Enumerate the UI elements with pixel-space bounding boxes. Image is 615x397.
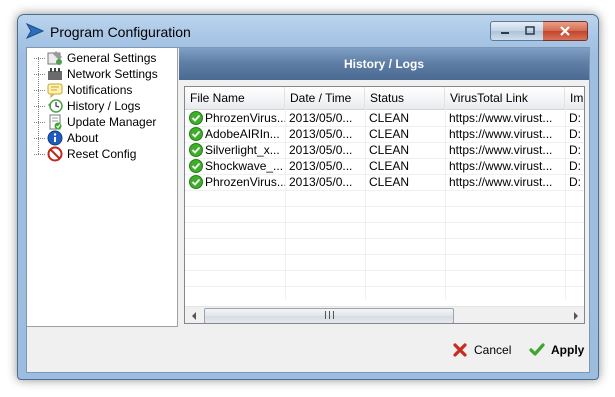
network-icon <box>47 66 63 82</box>
scroll-right-button[interactable] <box>567 307 584 323</box>
tree-item-notifications[interactable]: Notifications <box>34 82 133 99</box>
clean-status-icon <box>189 159 203 173</box>
title-bar[interactable]: Program Configuration <box>18 15 598 47</box>
close-button[interactable] <box>543 21 588 41</box>
cell-path: D: <box>569 159 581 173</box>
tree-item-label: About <box>67 131 99 145</box>
cell-status: CLEAN <box>369 175 410 189</box>
clean-status-icon <box>189 175 203 189</box>
tree-item-label: Notifications <box>67 83 133 97</box>
settings-icon <box>47 50 63 66</box>
cell-virustotal-link: https://www.virust... <box>449 111 553 125</box>
history-icon <box>47 98 63 114</box>
minimize-icon <box>500 32 509 34</box>
close-icon <box>560 26 570 36</box>
history-list[interactable]: File Name Date / Time Status VirusTotal … <box>184 86 585 324</box>
cell-date: 2013/05/0... <box>289 143 353 157</box>
cell-status: CLEAN <box>369 143 410 157</box>
chevron-right-icon <box>573 311 578 320</box>
tree-item-reset-config[interactable]: Reset Config <box>34 146 136 162</box>
apply-label: Apply <box>551 343 585 357</box>
cell-path: D: <box>569 127 581 141</box>
cell-virustotal-link: https://www.virust... <box>449 159 553 173</box>
clean-status-icon <box>189 127 203 141</box>
reset-icon <box>47 146 63 162</box>
cell-virustotal-link: https://www.virust... <box>449 127 553 141</box>
maximize-icon <box>525 26 535 35</box>
dialog-button-bar: Cancel Apply <box>27 327 589 372</box>
history-logs-panel: History / Logs File Name Date / Time Sta… <box>179 48 589 326</box>
cell-path: D: <box>569 143 581 157</box>
apply-check-icon <box>529 342 545 358</box>
maximize-button[interactable] <box>517 21 544 41</box>
tree-item-history-logs[interactable]: History / Logs <box>34 98 140 114</box>
horizontal-scrollbar[interactable] <box>185 306 584 323</box>
tree-item-label: General Settings <box>67 51 157 65</box>
cell-file-name: Shockwave_... <box>205 159 284 173</box>
cell-date: 2013/05/0... <box>289 175 353 189</box>
cell-status: CLEAN <box>369 159 410 173</box>
cell-virustotal-link: https://www.virust... <box>449 175 553 189</box>
table-row[interactable]: Silverlight_x... 2013/05/0... CLEAN http… <box>185 142 584 158</box>
cell-file-name: Silverlight_x... <box>205 143 280 157</box>
tree-item-update-manager[interactable]: Update Manager <box>34 114 156 130</box>
tree-item-label: Network Settings <box>67 67 158 81</box>
column-header-status[interactable]: Status <box>365 87 445 109</box>
window-title: Program Configuration <box>50 24 191 40</box>
column-header-virustotal-link[interactable]: VirusTotal Link <box>445 87 565 109</box>
cell-status: CLEAN <box>369 127 410 141</box>
tree-item-label: History / Logs <box>67 99 141 113</box>
cancel-button[interactable]: Cancel <box>452 340 511 360</box>
clean-status-icon <box>189 111 203 125</box>
client-area: General Settings Network Settings Notifi… <box>26 47 590 373</box>
table-row[interactable]: PhrozenVirus... 2013/05/0... CLEAN https… <box>185 174 584 190</box>
apply-button[interactable]: Apply <box>529 340 584 360</box>
app-logo-icon <box>25 22 45 40</box>
tree-item-label: Reset Config <box>67 147 137 161</box>
cell-path: D: <box>569 175 581 189</box>
scrollbar-thumb[interactable] <box>204 308 454 323</box>
cell-virustotal-link: https://www.virust... <box>449 143 553 157</box>
program-configuration-window: Program Configuration General Settings N… <box>17 14 599 380</box>
cell-file-name: AdobeAIRIn... <box>205 127 280 141</box>
table-row[interactable]: Shockwave_... 2013/05/0... CLEAN https:/… <box>185 158 584 174</box>
tree-item-general-settings[interactable]: General Settings <box>34 50 156 66</box>
cell-path: D: <box>569 111 581 125</box>
grip-icon <box>324 311 334 321</box>
cancel-label: Cancel <box>474 343 512 357</box>
settings-tree[interactable]: General Settings Network Settings Notifi… <box>27 48 178 327</box>
minimize-button[interactable] <box>490 21 519 41</box>
update-icon <box>47 114 63 130</box>
column-header-image-path[interactable]: Im <box>565 87 584 109</box>
chevron-left-icon <box>191 311 196 320</box>
cell-date: 2013/05/0... <box>289 127 353 141</box>
tree-item-label: Update Manager <box>67 115 157 129</box>
table-row[interactable]: AdobeAIRIn... 2013/05/0... CLEAN https:/… <box>185 126 584 142</box>
column-header-date-time[interactable]: Date / Time <box>285 87 365 109</box>
cancel-x-icon <box>452 342 468 358</box>
tree-item-network-settings[interactable]: Network Settings <box>34 66 158 82</box>
list-header: File Name Date / Time Status VirusTotal … <box>185 87 584 110</box>
cell-status: CLEAN <box>369 111 410 125</box>
cell-date: 2013/05/0... <box>289 111 353 125</box>
cell-date: 2013/05/0... <box>289 159 353 173</box>
clean-status-icon <box>189 143 203 157</box>
panel-title: History / Logs <box>179 48 589 80</box>
column-header-file-name[interactable]: File Name <box>185 87 285 109</box>
notification-icon <box>47 82 63 99</box>
scroll-left-button[interactable] <box>185 307 202 323</box>
tree-item-about[interactable]: About <box>34 130 98 146</box>
info-icon <box>47 130 63 146</box>
cell-file-name: PhrozenVirus... <box>205 111 285 125</box>
cell-file-name: PhrozenVirus... <box>205 175 285 189</box>
table-row[interactable]: PhrozenVirus... 2013/05/0... CLEAN https… <box>185 110 584 126</box>
